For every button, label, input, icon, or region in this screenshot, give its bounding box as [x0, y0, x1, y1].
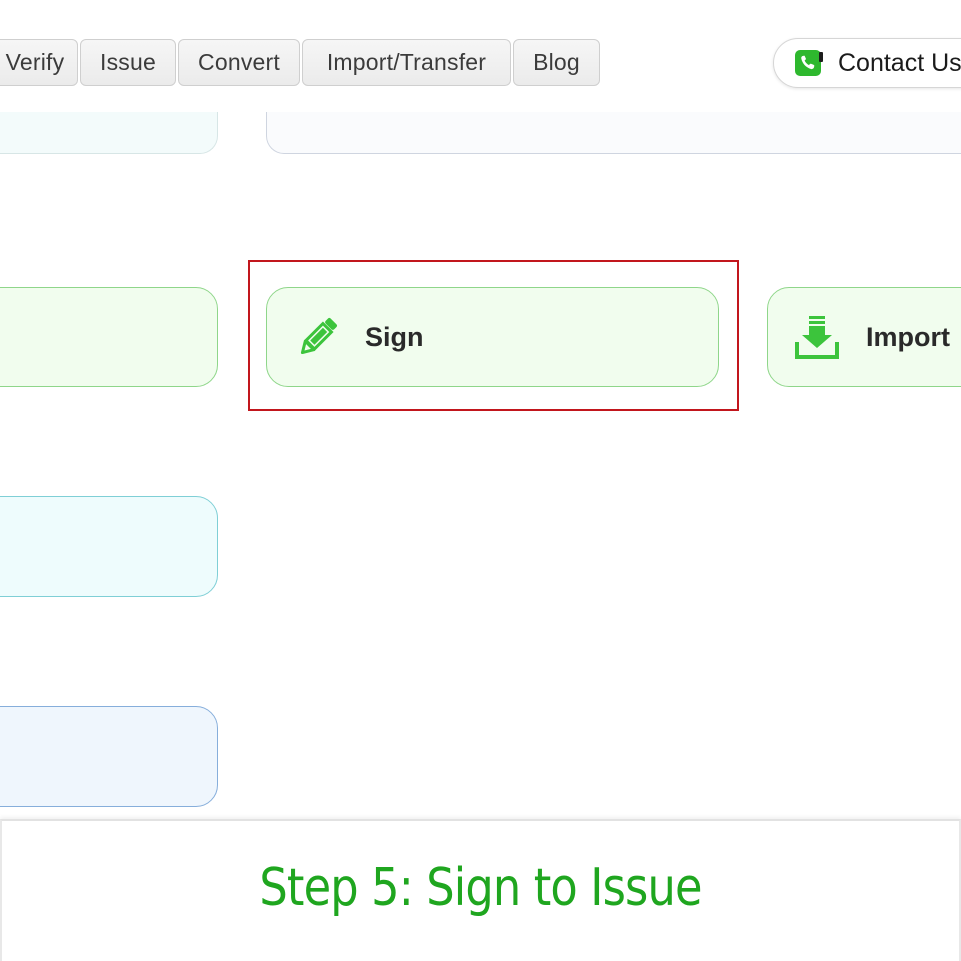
action-card-left-green[interactable] — [0, 287, 218, 387]
phone-icon — [795, 50, 823, 76]
contact-us-button[interactable]: Contact Us — [773, 38, 961, 88]
nav-issue-button[interactable]: Issue — [80, 39, 176, 86]
nav-import-transfer-button[interactable]: Import/Transfer — [302, 39, 511, 86]
content-panel-right — [266, 112, 961, 154]
content-panel-left — [0, 112, 218, 154]
sign-label: Sign — [365, 322, 424, 352]
caption-text: Step 5: Sign to Issue — [259, 858, 702, 918]
download-tray-icon — [795, 316, 839, 359]
action-card-left-teal[interactable] — [0, 496, 218, 597]
import-button[interactable]: Import — [767, 287, 961, 387]
import-label: Import — [866, 322, 950, 352]
action-card-left-blue[interactable] — [0, 706, 218, 807]
caption-banner: Step 5: Sign to Issue — [0, 819, 961, 961]
top-navigation-bar: Verify Issue Convert Import/Transfer Blo… — [0, 0, 961, 154]
pencil-icon — [300, 318, 337, 355]
nav-verify-button[interactable]: Verify — [0, 39, 78, 86]
nav-convert-button[interactable]: Convert — [178, 39, 300, 86]
screenshot-stage: Verify Issue Convert Import/Transfer Blo… — [0, 0, 961, 961]
nav-blog-button[interactable]: Blog — [513, 39, 600, 86]
sign-button[interactable]: Sign — [266, 287, 719, 387]
contact-us-label: Contact Us — [838, 49, 961, 77]
